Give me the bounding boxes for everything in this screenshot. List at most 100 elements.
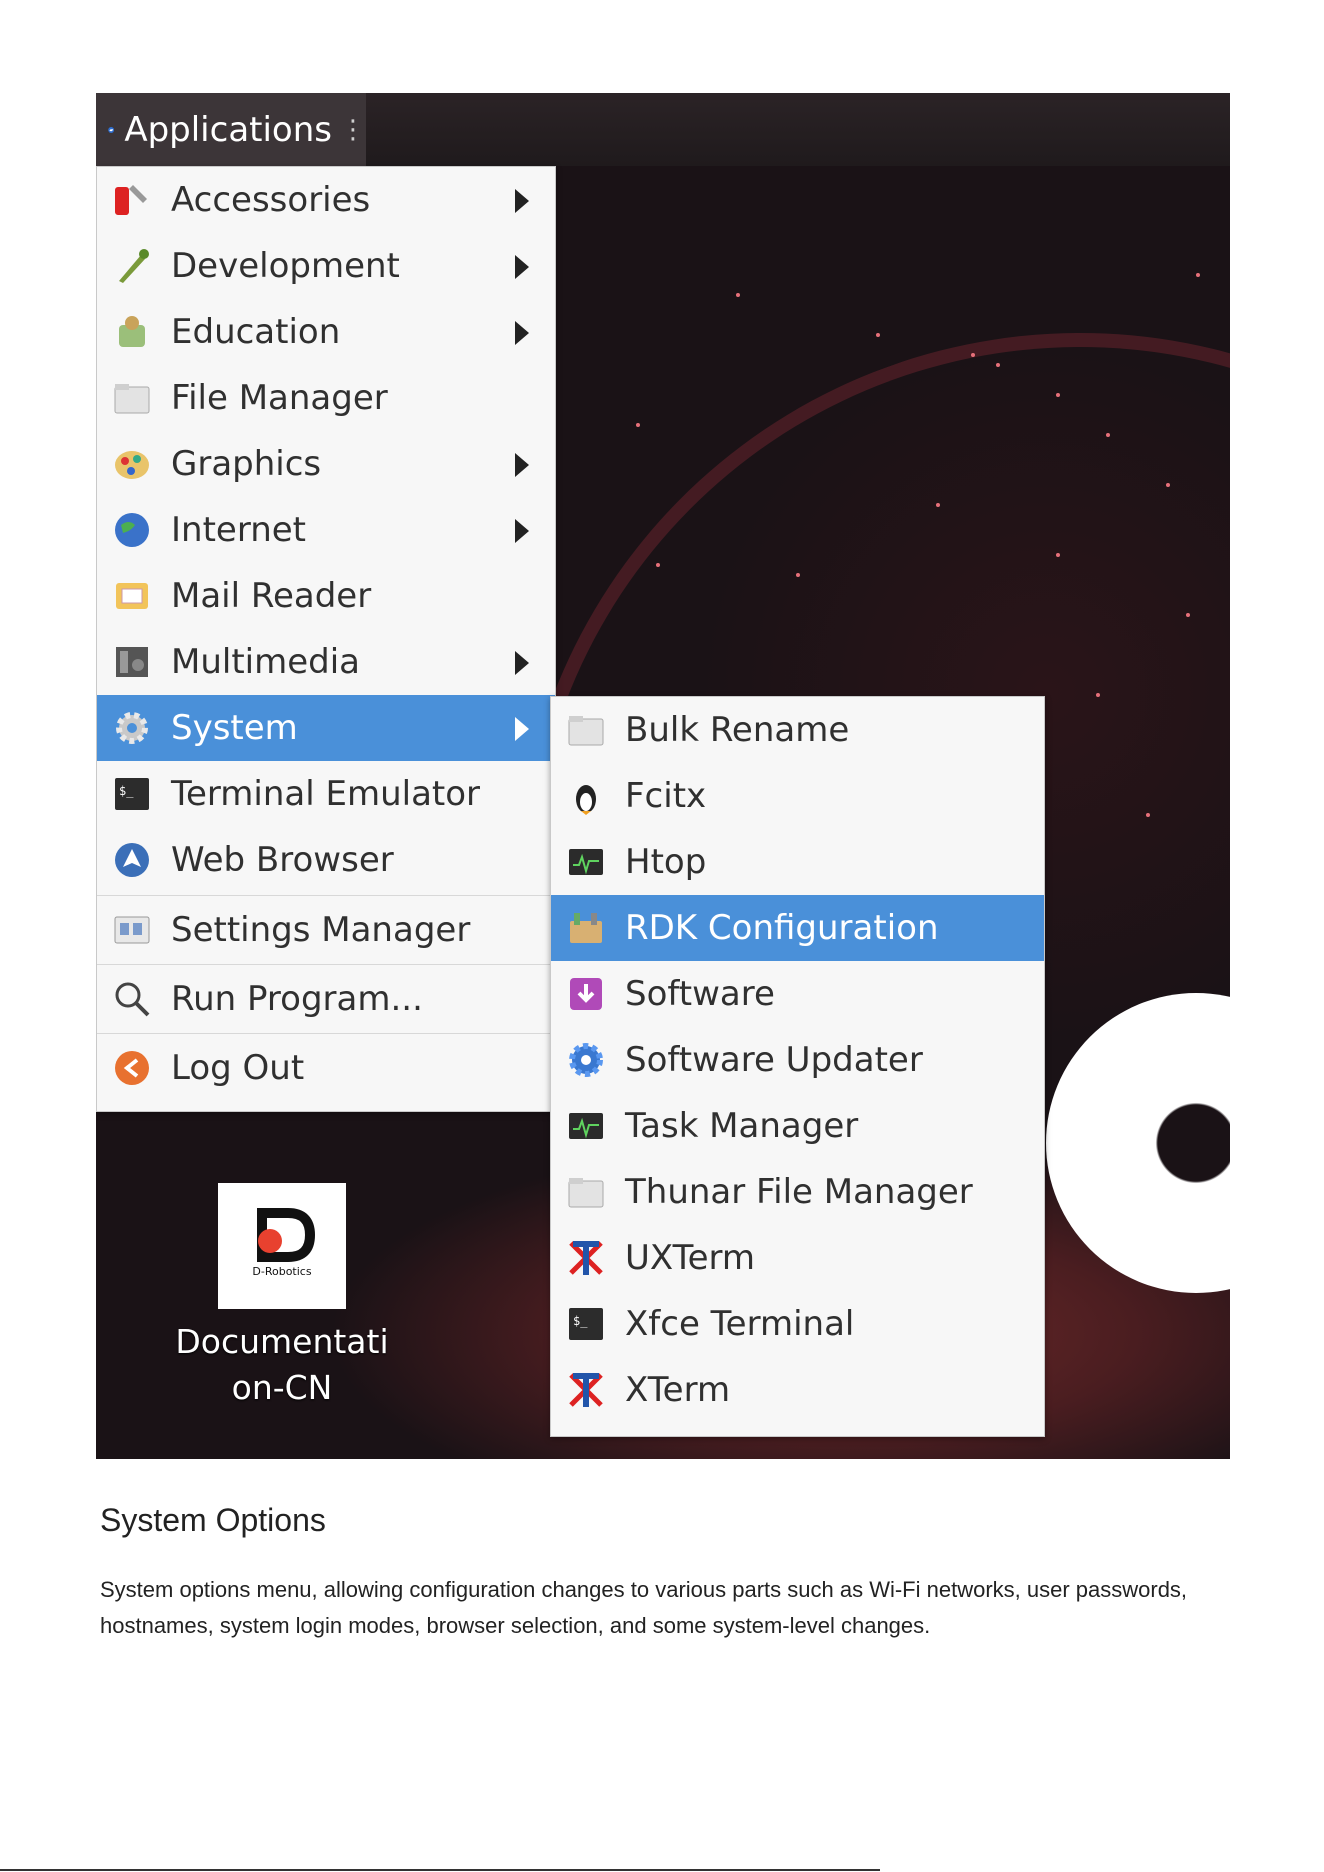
xterm-icon: [569, 1373, 603, 1407]
submenu-item-label: UXTerm: [625, 1238, 755, 1278]
menu-item-log-out[interactable]: Log Out: [97, 1035, 555, 1101]
menu-item-label: Run Program...: [171, 979, 423, 1019]
web-browser-icon: [115, 843, 149, 877]
search-icon: [115, 982, 150, 1017]
education-icon: [119, 316, 145, 347]
menu-item-label: Multimedia: [171, 642, 361, 682]
submenu-item-task-manager[interactable]: Task Manager: [551, 1093, 1044, 1159]
submenu-item-thunar-file-manager[interactable]: Thunar File Manager: [551, 1159, 1044, 1225]
applications-menu: Accessories Development Education File M…: [96, 166, 556, 1112]
menu-item-education[interactable]: Education: [97, 299, 555, 365]
folder-icon: [568, 716, 604, 746]
multimedia-icon: [116, 647, 148, 677]
graphics-icon: [115, 451, 149, 479]
terminal-icon: $_: [569, 1308, 603, 1340]
menu-item-accessories[interactable]: Accessories: [97, 167, 555, 233]
folder-icon: [114, 384, 150, 414]
menu-item-development[interactable]: Development: [97, 233, 555, 299]
menu-item-file-manager[interactable]: File Manager: [97, 365, 555, 431]
bottom-divider: [0, 1869, 880, 1871]
development-icon: [119, 249, 149, 283]
penguin-icon: [576, 785, 596, 815]
wallpaper-star: [876, 333, 880, 337]
wallpaper-star: [736, 293, 740, 297]
menu-item-label: Education: [171, 312, 341, 352]
folder-icon: [568, 1178, 604, 1208]
submenu-item-software-updater[interactable]: Software Updater: [551, 1027, 1044, 1093]
submenu-item-rdk-configuration[interactable]: RDK Configuration: [551, 895, 1044, 961]
applications-menu-button[interactable]: Applications ⋮: [96, 93, 366, 166]
wallpaper-star: [1106, 433, 1110, 437]
submenu-item-bulk-rename[interactable]: Bulk Rename: [551, 697, 1044, 763]
menu-item-run-program[interactable]: Run Program...: [97, 966, 555, 1032]
submenu-arrow-icon: [515, 321, 529, 345]
system-submenu: Bulk Rename Fcitx Htop RDK Configuration…: [550, 696, 1045, 1437]
menu-item-label: Internet: [171, 510, 307, 550]
menu-separator: [97, 895, 555, 896]
menu-item-graphics[interactable]: Graphics: [97, 431, 555, 497]
accessories-icon: [115, 185, 147, 215]
settings-icon: [114, 916, 150, 944]
submenu-item-fcitx[interactable]: Fcitx: [551, 763, 1044, 829]
menu-item-terminal-emulator[interactable]: $_ Terminal Emulator: [97, 761, 555, 827]
wallpaper-star: [1196, 273, 1200, 277]
wallpaper-star: [936, 503, 940, 507]
submenu-arrow-icon: [515, 519, 529, 543]
xterm-icon: [569, 1241, 603, 1275]
submenu-item-label: Fcitx: [625, 776, 707, 816]
submenu-arrow-icon: [515, 717, 529, 741]
menu-item-settings-manager[interactable]: Settings Manager: [97, 897, 555, 963]
svg-text:$_: $_: [119, 784, 134, 798]
submenu-arrow-icon: [515, 453, 529, 477]
submenu-item-label: Bulk Rename: [625, 710, 850, 750]
menu-item-label: File Manager: [171, 378, 388, 418]
gear-icon: [116, 712, 148, 744]
menu-item-label: Graphics: [171, 444, 322, 484]
menu-separator: [97, 1033, 555, 1034]
top-panel: Applications ⋮: [96, 93, 1230, 166]
menu-separator: [97, 964, 555, 965]
submenu-item-label: RDK Configuration: [625, 908, 939, 948]
menu-item-web-browser[interactable]: Web Browser: [97, 827, 555, 893]
wallpaper-star: [1186, 613, 1190, 617]
wallpaper-star: [1166, 483, 1170, 487]
submenu-item-label: Software: [625, 974, 775, 1014]
logout-icon: [115, 1051, 149, 1085]
doc-label-line2: on-CN: [231, 1368, 333, 1407]
submenu-item-label: XTerm: [625, 1370, 731, 1410]
mail-icon: [116, 583, 148, 609]
menu-item-label: Terminal Emulator: [171, 774, 481, 814]
documentation-desktop-icon[interactable]: D-Robotics: [218, 1183, 346, 1309]
menu-item-label: Web Browser: [171, 840, 394, 880]
submenu-item-software[interactable]: Software: [551, 961, 1044, 1027]
submenu-item-label: Task Manager: [625, 1106, 859, 1146]
config-icon: [570, 913, 602, 943]
applications-label: Applications: [124, 109, 332, 150]
submenu-item-label: Htop: [625, 842, 707, 882]
submenu-item-label: Thunar File Manager: [625, 1172, 973, 1212]
submenu-item-label: Xfce Terminal: [625, 1304, 855, 1344]
menu-item-label: Settings Manager: [171, 910, 471, 950]
submenu-item-xfce-terminal[interactable]: $_ Xfce Terminal: [551, 1291, 1044, 1357]
menu-item-multimedia[interactable]: Multimedia: [97, 629, 555, 695]
wallpaper-star: [636, 423, 640, 427]
menu-item-system[interactable]: System: [97, 695, 555, 761]
submenu-item-xterm[interactable]: XTerm: [551, 1357, 1044, 1423]
wallpaper-star: [656, 563, 660, 567]
wallpaper-star: [1096, 693, 1100, 697]
submenu-item-htop[interactable]: Htop: [551, 829, 1044, 895]
desktop-screenshot: Applications ⋮ Accessories Development E…: [96, 93, 1230, 1459]
submenu-item-label: Software Updater: [625, 1040, 923, 1080]
submenu-arrow-icon: [515, 651, 529, 675]
menu-item-mail-reader[interactable]: Mail Reader: [97, 563, 555, 629]
submenu-item-uxterm[interactable]: UXTerm: [551, 1225, 1044, 1291]
xfce-logo-icon: [108, 126, 115, 133]
doc-label-line1: Documentati: [175, 1322, 389, 1361]
menu-item-label: Accessories: [171, 180, 371, 220]
wallpaper-star: [971, 353, 975, 357]
d-robotics-logo-icon: D-Robotics: [252, 1208, 316, 1278]
wallpaper-star: [796, 573, 800, 577]
submenu-arrow-icon: [515, 255, 529, 279]
wallpaper-star: [996, 363, 1000, 367]
menu-item-internet[interactable]: Internet: [97, 497, 555, 563]
